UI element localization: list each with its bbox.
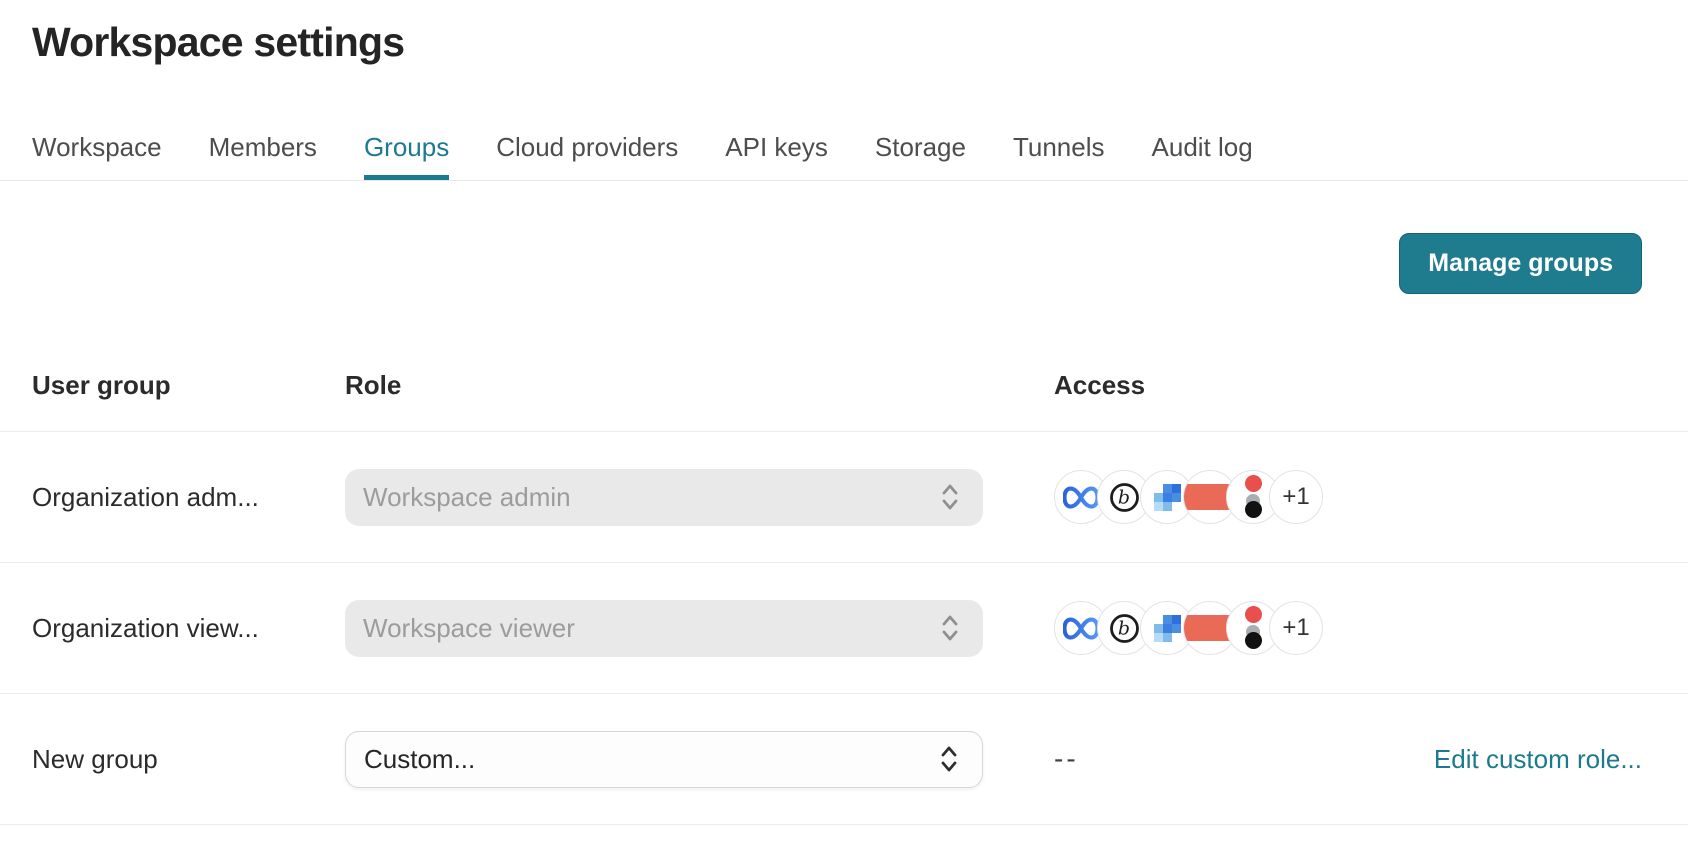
column-header-user-group: User group [32,370,171,401]
access-avatar-group: b +1 [1054,470,1323,525]
tab-tunnels[interactable]: Tunnels [1013,132,1105,180]
svg-text:b: b [1117,486,1129,508]
svg-text:b: b [1117,617,1129,639]
overflow-count-badge[interactable]: +1 [1269,601,1323,656]
user-group-name: Organization view... [32,612,259,643]
tab-workspace[interactable]: Workspace [32,132,162,180]
chevron-up-down-icon [941,746,957,772]
role-select-value: Workspace admin [363,481,571,512]
user-group-name: New group [32,743,158,774]
role-select: Workspace viewer [345,599,983,657]
overflow-count-badge[interactable]: +1 [1269,470,1323,525]
role-select[interactable]: Custom... [345,730,983,788]
role-select-value: Workspace viewer [363,612,575,643]
column-header-role: Role [345,370,402,401]
workspace-settings-page: Workspace settings Workspace Members Gro… [0,18,1688,826]
table-header-row: User group Role Access [0,294,1688,433]
chevron-up-down-icon [942,615,958,641]
groups-table: User group Role Access Organization adm.… [0,294,1688,826]
edit-custom-role-link[interactable]: Edit custom role... [1434,744,1642,775]
tab-cloud-providers[interactable]: Cloud providers [496,132,678,180]
role-select-value: Custom... [364,743,476,774]
user-group-name: Organization adm... [32,481,259,512]
table-row: New group Custom... -- Edit custom role.… [0,694,1688,826]
tab-storage[interactable]: Storage [875,132,966,180]
table-row: Organization adm... Workspace admin b +1 [0,432,1688,564]
column-header-access: Access [1054,370,1146,401]
table-row: Organization view... Workspace viewer b … [0,563,1688,695]
role-select: Workspace admin [345,468,983,526]
tab-api-keys[interactable]: API keys [725,132,828,180]
page-title: Workspace settings [32,19,405,65]
tab-audit-log[interactable]: Audit log [1152,132,1253,180]
toolbar: Manage groups [0,181,1688,295]
access-empty-indicator: -- [1054,743,1079,775]
chevron-up-down-icon [942,484,958,510]
manage-groups-button[interactable]: Manage groups [1399,233,1642,295]
access-avatar-group: b +1 [1054,601,1323,656]
tab-members[interactable]: Members [209,132,317,180]
tabs-bar: Workspace Members Groups Cloud providers… [0,132,1688,182]
tab-groups[interactable]: Groups [363,132,450,181]
